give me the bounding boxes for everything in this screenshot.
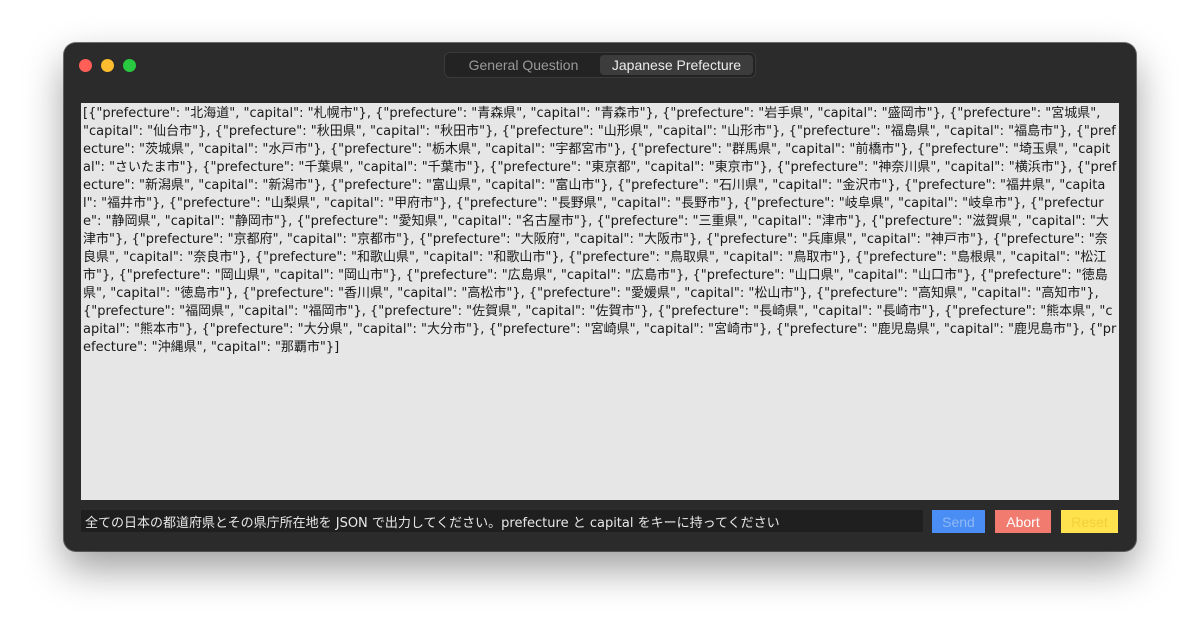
tab-japanese-prefecture[interactable]: Japanese Prefecture	[600, 55, 753, 75]
abort-button[interactable]: Abort	[995, 510, 1051, 533]
reset-button[interactable]: Reset	[1061, 510, 1118, 533]
tab-bar: General Question Japanese Prefecture	[444, 52, 756, 78]
response-output-area[interactable]: [{"prefecture": "北海道", "capital": "札幌市"}…	[81, 103, 1119, 500]
close-window-icon[interactable]	[79, 59, 92, 72]
app-window: General Question Japanese Prefecture [{"…	[64, 43, 1136, 551]
send-button[interactable]: Send	[932, 510, 985, 533]
maximize-window-icon[interactable]	[123, 59, 136, 72]
prompt-input[interactable]	[81, 510, 923, 532]
minimize-window-icon[interactable]	[101, 59, 114, 72]
tab-general-question[interactable]: General Question	[447, 55, 600, 75]
title-bar: General Question Japanese Prefecture	[64, 43, 1136, 89]
